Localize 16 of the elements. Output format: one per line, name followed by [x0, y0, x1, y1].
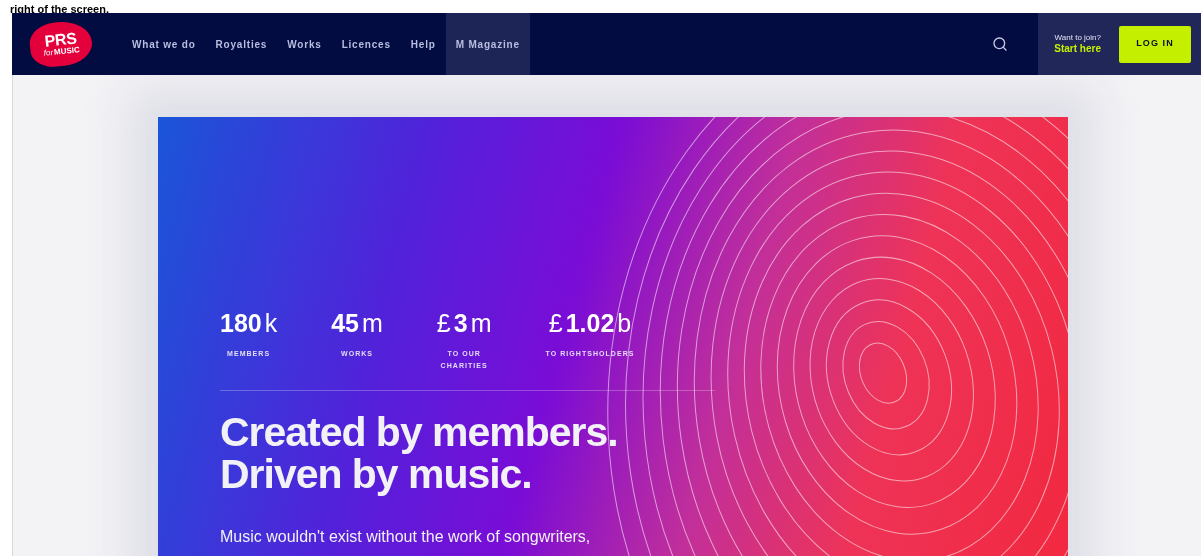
stat-value: 45m — [331, 311, 383, 336]
hero-text: Music wouldn't exist without the work of songwriters, — [220, 527, 592, 547]
nav-link[interactable]: What we do — [122, 13, 206, 75]
join-question: Want to join? — [1054, 32, 1101, 43]
login-button[interactable]: LOG IN — [1119, 25, 1191, 63]
stat-value: £1.02b — [548, 311, 632, 336]
nav-link[interactable]: Works — [277, 13, 332, 75]
hero-headline: Created by members. Driven by music. — [220, 411, 619, 495]
nav-link[interactable]: Royalties — [205, 13, 278, 75]
stat-value: 180k — [220, 311, 278, 336]
stat-value: £3m — [436, 311, 492, 336]
nav-link[interactable]: Help — [400, 13, 446, 75]
nav-link[interactable]: Licences — [331, 13, 401, 75]
nav-link[interactable]: M Magazine — [445, 13, 530, 75]
start-here-link[interactable]: Start here — [1054, 42, 1101, 56]
search-icon[interactable] — [992, 36, 1009, 52]
